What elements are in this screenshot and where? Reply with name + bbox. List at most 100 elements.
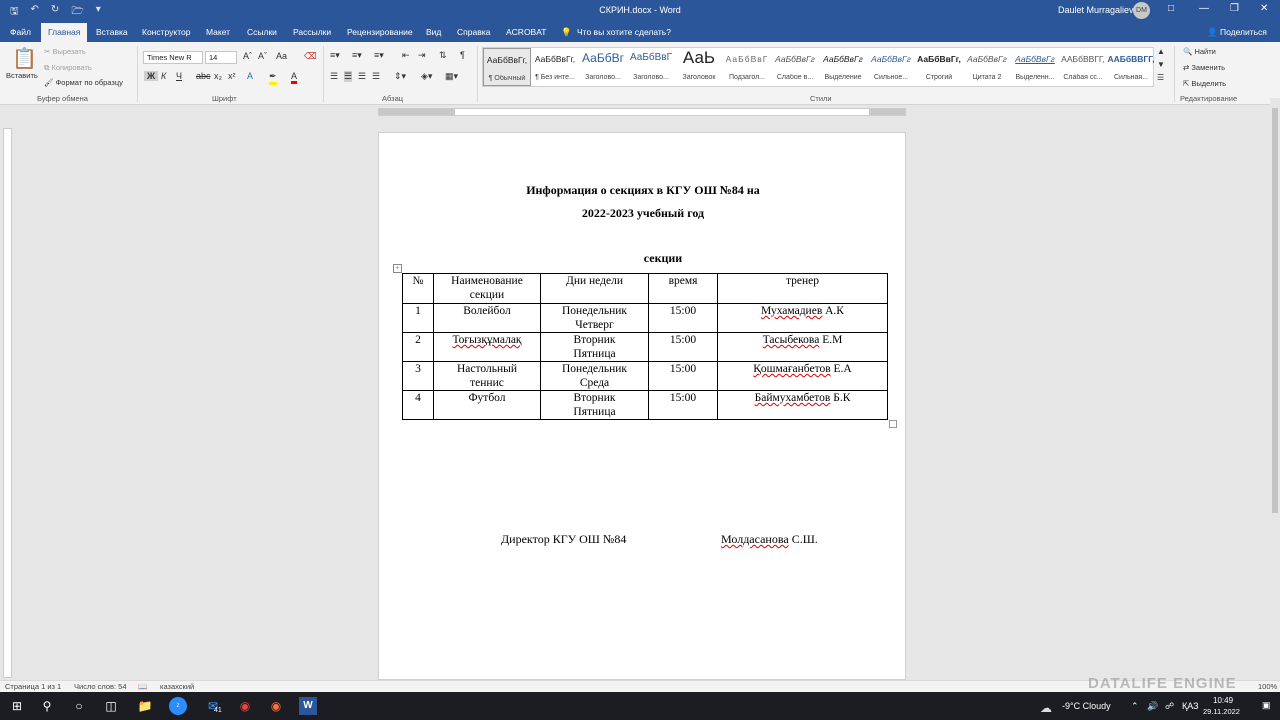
font-name-field[interactable]: Times New R [143, 51, 203, 64]
tab-references[interactable]: Ссылки [247, 27, 277, 37]
table-move-handle-icon[interactable]: + [393, 264, 402, 273]
clock-date[interactable]: 29.11.2022 [1203, 707, 1240, 716]
close-icon[interactable]: ✕ [1260, 3, 1268, 14]
table-resize-handle[interactable] [889, 420, 897, 428]
line-spacing-icon[interactable]: ⇕▾ [394, 71, 406, 82]
italic-icon[interactable]: К [161, 71, 166, 81]
subscript-icon[interactable]: x₂ [214, 71, 222, 81]
clock-time[interactable]: 10:49 [1213, 696, 1233, 705]
share-button[interactable]: 👤 Поделиться [1207, 27, 1267, 38]
align-left-icon[interactable]: ☰ [330, 71, 338, 82]
tab-file[interactable]: Файл [10, 27, 31, 37]
file-explorer-icon[interactable]: 📁 [136, 697, 154, 715]
style-quote[interactable]: АаБбВвГг Цитата 2 [963, 48, 1011, 86]
tab-help[interactable]: Справка [457, 27, 490, 37]
tab-layout[interactable]: Макет [206, 27, 230, 37]
styles-scroll-down-icon[interactable]: ▼ [1157, 60, 1165, 69]
windows-start-icon[interactable]: ⊞ [8, 697, 26, 715]
tab-mailings[interactable]: Рассылки [293, 27, 331, 37]
style-normal[interactable]: АаБбВвГг, ¶ Обычный [483, 48, 531, 86]
text-effects-icon[interactable]: A [247, 71, 253, 81]
style-intense-emphasis[interactable]: АаБбВвГг Сильное... [867, 48, 915, 86]
numbering-icon[interactable]: ≡▾ [352, 50, 362, 61]
align-center-icon[interactable]: ☰ [344, 71, 353, 82]
clear-format-icon[interactable]: ⌫ [304, 51, 317, 62]
tab-acrobat[interactable]: ACROBAT [506, 27, 546, 37]
notification-icon[interactable]: ▣ [1262, 700, 1271, 711]
task-view-icon[interactable]: ◫ [102, 697, 120, 715]
tab-home[interactable]: Главная [41, 23, 88, 42]
style-emphasis[interactable]: АаБбВвГг Выделение [819, 48, 867, 86]
sort-icon[interactable]: ⇅ [439, 50, 447, 61]
pilcrow-icon[interactable]: ¶ [460, 50, 465, 60]
paste-icon[interactable]: 📋 [12, 46, 37, 71]
style-heading-2[interactable]: АаБбВвГ Заголово... [627, 48, 675, 86]
increase-indent-icon[interactable]: ⇥ [418, 50, 426, 61]
bullets-icon[interactable]: ≡▾ [330, 50, 340, 61]
zoom-level[interactable]: 100% [1258, 682, 1277, 691]
network-icon[interactable]: ☍ [1165, 701, 1174, 712]
input-language[interactable]: ҚАЗ [1182, 701, 1199, 711]
shrink-font-icon[interactable]: Aˇ [258, 51, 267, 61]
avatar[interactable]: DM [1133, 2, 1150, 19]
minimize-icon[interactable]: — [1199, 3, 1209, 14]
vertical-scrollbar[interactable] [1270, 98, 1280, 680]
style-strong[interactable]: АаБбВвГг, Строгий [915, 48, 963, 86]
horizontal-ruler[interactable] [0, 106, 1280, 117]
firefox-icon[interactable]: ◉ [267, 697, 285, 715]
tab-review[interactable]: Рецензирование [347, 27, 413, 37]
font-size-field[interactable]: 14 [205, 51, 237, 64]
format-painter-button[interactable]: 🖌 Формат по образцу [44, 78, 123, 87]
page-count[interactable]: Страница 1 из 1 [5, 682, 61, 691]
font-color-icon[interactable]: A [291, 71, 298, 84]
shading-icon[interactable]: ◈▾ [421, 71, 432, 82]
cut-button[interactable]: ✂ Вырезать [44, 47, 86, 56]
decrease-indent-icon[interactable]: ⇤ [402, 50, 410, 61]
tab-view[interactable]: Вид [426, 27, 441, 37]
weather-text[interactable]: -9°C Cloudy [1062, 701, 1111, 711]
tell-me-search[interactable]: Что вы хотите сделать? [577, 27, 671, 37]
grow-font-icon[interactable]: Aˆ [243, 51, 252, 61]
chrome-icon[interactable]: ◉ [236, 697, 254, 715]
style-subtle-reference[interactable]: ААБбВВГГ, Слабая сс... [1059, 48, 1107, 86]
style-subtle-emphasis[interactable]: АаБбВвГг Слабое в... [771, 48, 819, 86]
proofing-icon[interactable]: 📖 [138, 682, 147, 691]
word-count[interactable]: Число слов: 54 [74, 682, 127, 691]
highlight-icon[interactable]: ✒ [269, 71, 277, 85]
word-app-icon[interactable]: W [299, 697, 317, 715]
justify-icon[interactable]: ☰ [372, 71, 380, 82]
strikethrough-icon[interactable]: abc [196, 71, 211, 81]
maximize-icon[interactable]: ❐ [1230, 3, 1239, 14]
tab-insert[interactable]: Вставка [96, 27, 128, 37]
bold-icon[interactable]: Ж [144, 71, 159, 81]
replace-button[interactable]: ⇄ Заменить [1183, 63, 1225, 72]
tab-design[interactable]: Конструктор [142, 27, 190, 37]
style-title[interactable]: АаЬ Заголовок [675, 48, 723, 86]
cortana-icon[interactable]: ○ [70, 697, 88, 715]
change-case-icon[interactable]: Aa [276, 51, 287, 61]
underline-icon[interactable]: Ч [176, 71, 182, 81]
select-button[interactable]: ⇱ Выделить [1183, 79, 1226, 88]
style-intense-reference[interactable]: ААБбВВГГ, Сильная... [1107, 48, 1155, 86]
scrollbar-thumb[interactable] [1272, 108, 1278, 513]
borders-icon[interactable]: ▦▾ [445, 71, 458, 82]
find-button[interactable]: 🔍 Найти [1183, 47, 1216, 56]
copy-button[interactable]: ⧉ Копировать [44, 63, 92, 73]
styles-scroll-up-icon[interactable]: ▲ [1157, 47, 1165, 56]
multilevel-list-icon[interactable]: ≡▾ [374, 50, 384, 61]
search-icon[interactable]: ⚲ [38, 697, 56, 715]
style-subtitle[interactable]: АаБбВвГ Подзагол... [723, 48, 771, 86]
tray-chevron-icon[interactable]: ⌃ [1131, 701, 1139, 712]
styles-more-icon[interactable]: ☰ [1157, 73, 1164, 82]
volume-icon[interactable]: 🔊 [1147, 701, 1158, 712]
vertical-ruler[interactable] [3, 128, 12, 678]
style-intense-quote[interactable]: АаБбВвГг Выделенн... [1011, 48, 1059, 86]
align-right-icon[interactable]: ☰ [358, 71, 366, 82]
zoom-app-icon[interactable]: z [169, 697, 187, 715]
document-page[interactable]: Информация о секциях в КГУ ОШ №84 на 202… [378, 132, 906, 680]
ribbon-display-icon[interactable]: □ [1168, 3, 1174, 14]
style-no-spacing[interactable]: АаБбВвГг, ¶ Без инте... [531, 48, 579, 86]
language-status[interactable]: казахский [160, 682, 194, 691]
weather-icon[interactable]: ☁ [1040, 701, 1052, 715]
user-name[interactable]: Daulet Murragaliev [1058, 5, 1134, 15]
